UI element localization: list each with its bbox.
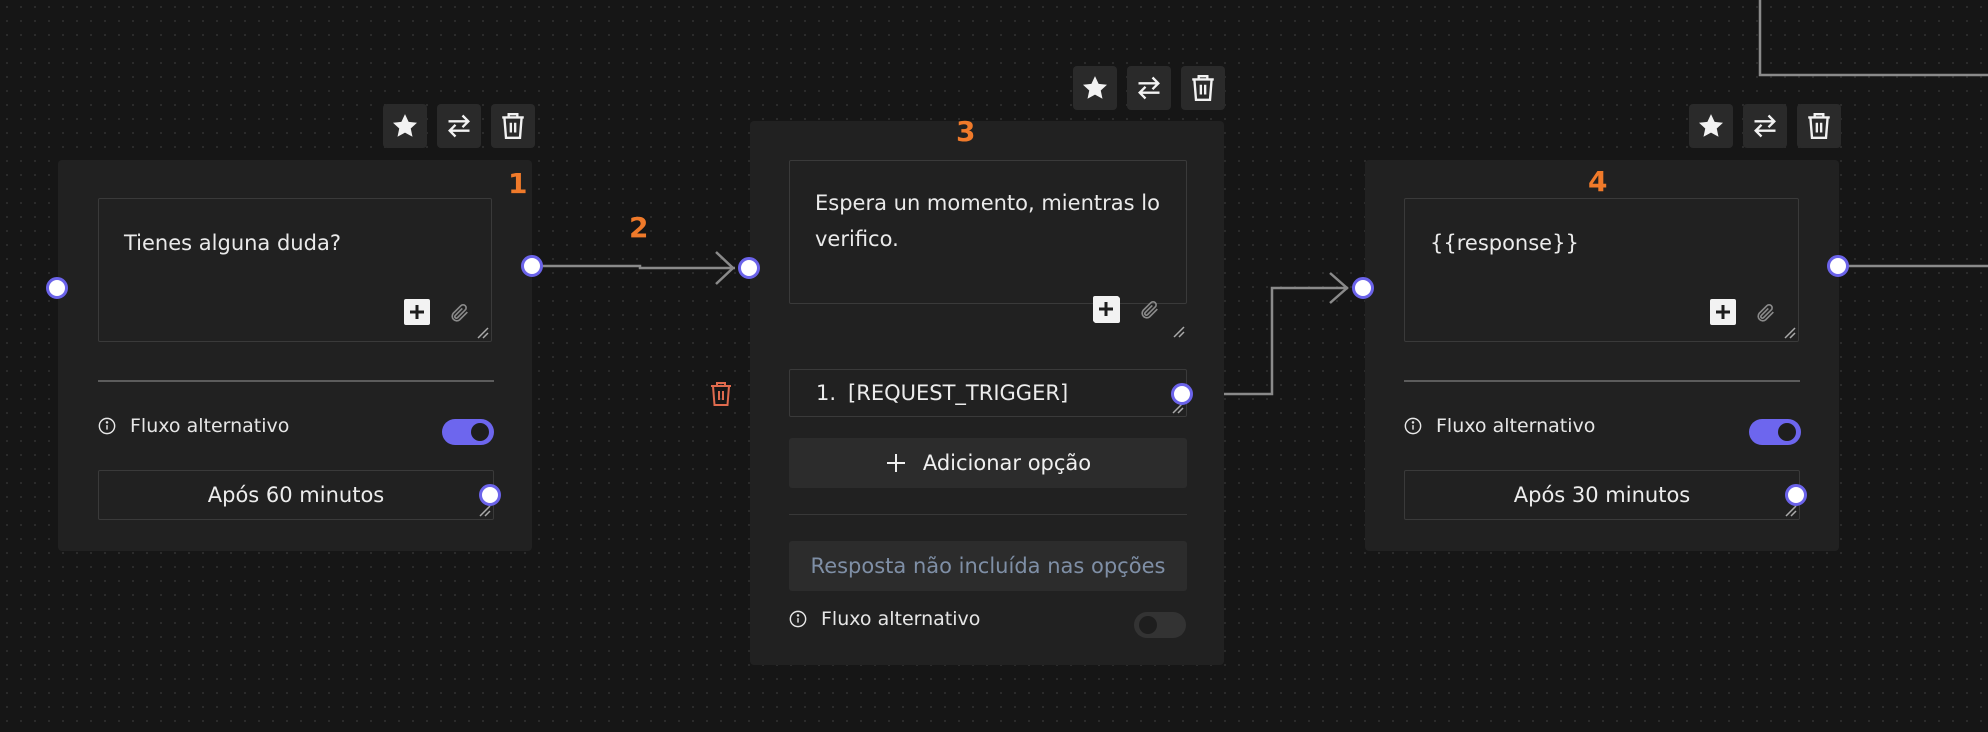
message-textbox[interactable]: Tienes alguna duda? [98,198,492,342]
attachment-icon[interactable] [1755,302,1777,324]
node-4-timeout-port[interactable] [1785,484,1807,506]
delete-button[interactable] [1181,66,1225,110]
node-divider [98,380,494,382]
message-text[interactable]: Espera un momento, mientras lo verifico. [815,185,1161,257]
swap-icon [1754,114,1776,138]
add-content-button-2[interactable] [1093,296,1119,322]
star-icon [1083,76,1107,99]
delay-field[interactable]: Após 60 minutos [98,470,494,520]
node-4-toolbar [1689,104,1841,148]
node-1-output-port[interactable] [521,255,543,277]
node-1-toolbar [383,104,535,148]
favorite-button[interactable] [383,104,427,148]
add-content-button[interactable] [404,299,430,325]
message-textbox[interactable]: {{response}} [1404,198,1799,342]
option-index: 1. [816,381,837,405]
message-text[interactable]: {{response}} [1430,225,1773,261]
connection-number-label: 2 [629,211,649,244]
fallback-label: Resposta não incluída nas opções [810,554,1166,578]
delay-label: Após 60 minutos [207,483,385,507]
swap-button[interactable] [1127,66,1171,110]
connection-3-4 [1224,286,1348,396]
swap-icon [448,114,470,138]
node-number-label: 3 [956,115,976,148]
trash-icon [502,112,524,140]
alt-flow-label: Fluxo alternativo [1436,415,1596,437]
favorite-button[interactable] [1689,104,1733,148]
trash-icon [1192,74,1214,102]
delay-label: Após 30 minutos [1513,483,1691,507]
plus-icon [1716,305,1730,319]
node-3-toolbar [1073,66,1225,110]
toggle-knob [1778,423,1796,441]
node-divider [789,514,1187,515]
add-option-button[interactable]: Adicionar opção [789,438,1187,488]
option-output-port[interactable] [1171,383,1193,405]
message-textbox[interactable]: Espera un momento, mientras lo verifico. [789,160,1187,323]
alt-flow-toggle[interactable] [442,419,494,445]
question-node-3[interactable]: 3 Espera un momento, mientras lo verific… [750,115,1224,665]
delete-option-icon[interactable] [709,381,733,407]
favorite-button[interactable] [1073,66,1117,110]
star-icon [1699,114,1723,137]
node-4-input-port[interactable] [1352,277,1374,299]
node-divider [1404,380,1800,382]
alt-flow-label: Fluxo alternativo [130,415,290,437]
info-icon [1404,417,1422,435]
plus-icon [886,454,905,472]
plus-icon [1099,302,1113,316]
swap-button[interactable] [437,104,481,148]
connection-1-3 [541,264,735,270]
plus-icon [410,305,424,319]
alt-flow-toggle[interactable] [1749,419,1801,445]
delay-field[interactable]: Após 30 minutos [1404,470,1800,520]
alt-flow-row: Fluxo alternativo [789,608,980,630]
node-1-timeout-port[interactable] [479,484,501,506]
info-icon [789,610,807,628]
alt-flow-row: Fluxo alternativo [1404,415,1595,437]
delete-button[interactable] [1797,104,1841,148]
star-icon [393,114,417,137]
resize-grip-icon[interactable] [477,327,489,339]
node-4-output-port[interactable] [1827,255,1849,277]
toggle-knob [1139,616,1157,634]
resize-grip-icon[interactable] [479,505,491,517]
alt-flow-toggle[interactable] [1134,612,1186,638]
delete-button[interactable] [491,104,535,148]
alt-flow-label: Fluxo alternativo [821,608,981,630]
resize-grip-icon[interactable] [1173,326,1185,338]
message-node-4[interactable]: 4 {{response}} Fluxo alternativo Após 30… [1365,160,1839,551]
attachment-icon[interactable] [1139,299,1161,321]
option-row[interactable]: 1. [REQUEST_TRIGGER] [789,369,1187,417]
node-3-input-port[interactable] [738,257,760,279]
swap-button[interactable] [1743,104,1787,148]
flow-canvas[interactable]: 2 1 Tienes alguna duda? Fluxo alternativ… [0,0,1988,732]
node-1-input-port[interactable] [46,277,68,299]
toggle-knob [471,423,489,441]
fallback-response-box[interactable]: Resposta não incluída nas opções [789,541,1187,591]
resize-grip-icon[interactable] [1784,327,1796,339]
add-content-button[interactable] [1710,299,1736,325]
resize-grip-icon[interactable] [1785,505,1797,517]
info-icon [98,417,116,435]
trash-icon [1808,112,1830,140]
node-number-label: 4 [1588,165,1608,198]
swap-icon [1138,76,1160,100]
option-label[interactable]: [REQUEST_TRIGGER] [848,381,1068,405]
message-text[interactable]: Tienes alguna duda? [124,225,466,261]
node-number-label: 1 [508,167,528,200]
message-node-1[interactable]: 1 Tienes alguna duda? Fluxo alternativo … [58,160,532,551]
alt-flow-row: Fluxo alternativo [98,415,289,437]
attachment-icon[interactable] [449,302,471,324]
add-option-label: Adicionar opção [922,451,1092,475]
